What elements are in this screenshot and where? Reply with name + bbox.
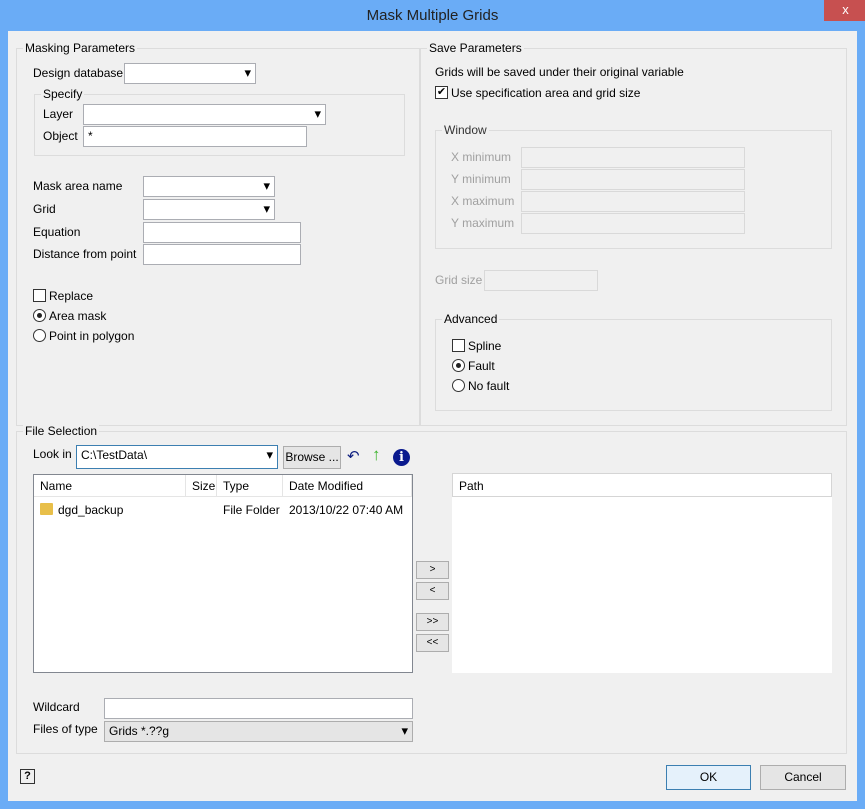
distance-input[interactable] (143, 244, 301, 265)
fault-radio[interactable] (452, 359, 465, 372)
y-minimum-input[interactable] (521, 169, 745, 190)
help-icon[interactable]: ? (20, 769, 35, 784)
window-legend: Window (442, 123, 489, 137)
object-input[interactable]: * (83, 126, 307, 147)
up-folder-icon[interactable]: ↑ (372, 445, 381, 465)
no-fault-radio[interactable] (452, 379, 465, 392)
y-maximum-input[interactable] (521, 213, 745, 234)
column-path[interactable]: Path (452, 473, 832, 497)
specify-legend: Specify (41, 87, 85, 101)
look-in-label: Look in (33, 447, 72, 461)
path-list[interactable]: Path (452, 473, 832, 673)
equation-label: Equation (33, 225, 81, 239)
file-selection-legend: File Selection (23, 424, 100, 438)
design-database-label: Design database (33, 66, 124, 80)
file-name: dgd_backup (58, 503, 124, 517)
file-date: 2013/10/22 07:40 AM (289, 503, 404, 517)
replace-label: Replace (49, 289, 94, 303)
dialog-body: Masking Parameters Design database Speci… (8, 31, 857, 801)
add-button[interactable]: > (416, 561, 449, 579)
grid-size-label: Grid size (435, 273, 483, 287)
grid-size-input[interactable] (484, 270, 598, 291)
files-of-type-label: Files of type (33, 722, 98, 736)
files-of-type-select[interactable]: Grids *.??g (104, 721, 413, 742)
remove-all-button[interactable]: << (416, 634, 449, 652)
x-maximum-input[interactable] (521, 191, 745, 212)
use-spec-label: Use specification area and grid size (451, 86, 641, 100)
fault-label: Fault (468, 359, 495, 373)
area-mask-label: Area mask (49, 309, 107, 323)
point-in-polygon-label: Point in polygon (49, 329, 135, 343)
equation-input[interactable] (143, 222, 301, 243)
wildcard-input[interactable] (104, 698, 413, 719)
y-maximum-label: Y maximum (451, 216, 515, 230)
mask-area-select[interactable] (143, 176, 275, 197)
save-legend: Save Parameters (427, 41, 524, 55)
masking-legend: Masking Parameters (23, 41, 138, 55)
window-title: Mask Multiple Grids (366, 7, 499, 24)
close-button[interactable]: x (824, 0, 865, 21)
x-maximum-label: X maximum (451, 194, 515, 208)
file-list[interactable]: Name Size Type Date Modified dgd_backup … (33, 474, 413, 673)
point-in-polygon-radio[interactable] (33, 329, 46, 342)
save-note: Grids will be saved under their original… (435, 65, 684, 79)
cancel-button[interactable]: Cancel (760, 765, 846, 790)
ok-button[interactable]: OK (666, 765, 751, 790)
file-type: File Folder (223, 503, 280, 517)
advanced-legend: Advanced (442, 312, 500, 326)
spline-label: Spline (468, 339, 502, 353)
column-date[interactable]: Date Modified (283, 475, 412, 497)
y-minimum-label: Y minimum (451, 172, 511, 186)
column-type[interactable]: Type (217, 475, 283, 497)
replace-checkbox[interactable] (33, 289, 46, 302)
column-name[interactable]: Name (34, 475, 186, 497)
mask-area-label: Mask area name (33, 179, 123, 193)
grid-label: Grid (33, 202, 56, 216)
x-minimum-label: X minimum (451, 150, 512, 164)
folder-icon (40, 503, 53, 515)
grid-select[interactable] (143, 199, 275, 220)
distance-label: Distance from point (33, 247, 137, 261)
column-size[interactable]: Size (186, 475, 217, 497)
back-icon[interactable]: ↶ (347, 447, 360, 465)
look-in-select[interactable]: C:\TestData\ (76, 445, 278, 469)
file-row[interactable]: dgd_backup File Folder 2013/10/22 07:40 … (34, 501, 412, 519)
design-database-select[interactable] (124, 63, 256, 84)
area-mask-radio[interactable] (33, 309, 46, 322)
spline-checkbox[interactable] (452, 339, 465, 352)
info-icon[interactable]: i (393, 449, 410, 466)
x-minimum-input[interactable] (521, 147, 745, 168)
layer-label: Layer (43, 107, 74, 121)
layer-select[interactable] (83, 104, 326, 125)
wildcard-label: Wildcard (33, 700, 80, 714)
browse-button[interactable]: Browse ... (283, 446, 341, 469)
use-spec-checkbox[interactable]: ✔ (435, 86, 448, 99)
object-label: Object (43, 129, 78, 143)
add-all-button[interactable]: >> (416, 613, 449, 631)
no-fault-label: No fault (468, 379, 510, 393)
remove-button[interactable]: < (416, 582, 449, 600)
